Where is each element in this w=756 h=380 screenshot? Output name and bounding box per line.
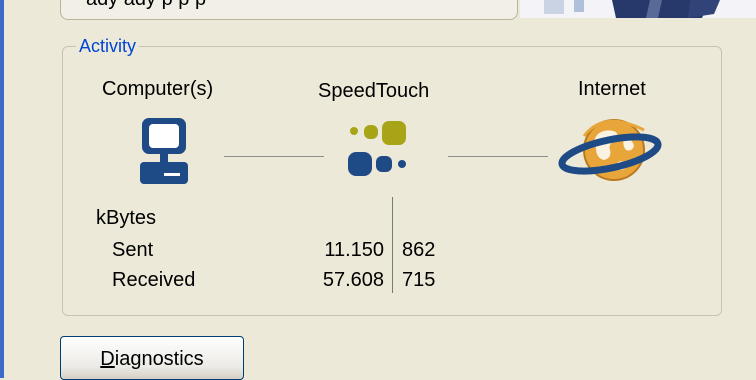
globe-ring-icon (558, 112, 662, 188)
received-label: Received (112, 269, 196, 291)
computer-icon (136, 116, 192, 188)
stats-column-separator (392, 197, 393, 293)
window-left-border (0, 0, 4, 378)
activity-legend: Activity (76, 36, 140, 56)
received-value-out: 715 (402, 269, 436, 291)
banner-image-partial (520, 0, 756, 18)
speedtouch-logo-icon (344, 120, 416, 184)
status-text-partial: ady ady p p p (86, 0, 206, 11)
kbytes-label: kBytes (96, 207, 157, 229)
connector-line-left (224, 156, 324, 157)
computers-label: Computer(s) (102, 78, 214, 100)
diagnostics-mnemonic: D (100, 348, 115, 370)
internet-label: Internet (578, 78, 646, 100)
sent-value-out: 862 (402, 239, 436, 261)
received-value-in: 57.608 (322, 269, 384, 291)
speedtouch-label: SpeedTouch (318, 80, 430, 102)
sent-value-in: 11.150 (324, 239, 384, 261)
connector-line-right (448, 156, 548, 157)
sent-label: Sent (112, 239, 154, 261)
diagnostics-button[interactable]: Diagnostics (60, 336, 244, 380)
diagnostics-label: iagnostics (114, 348, 204, 370)
